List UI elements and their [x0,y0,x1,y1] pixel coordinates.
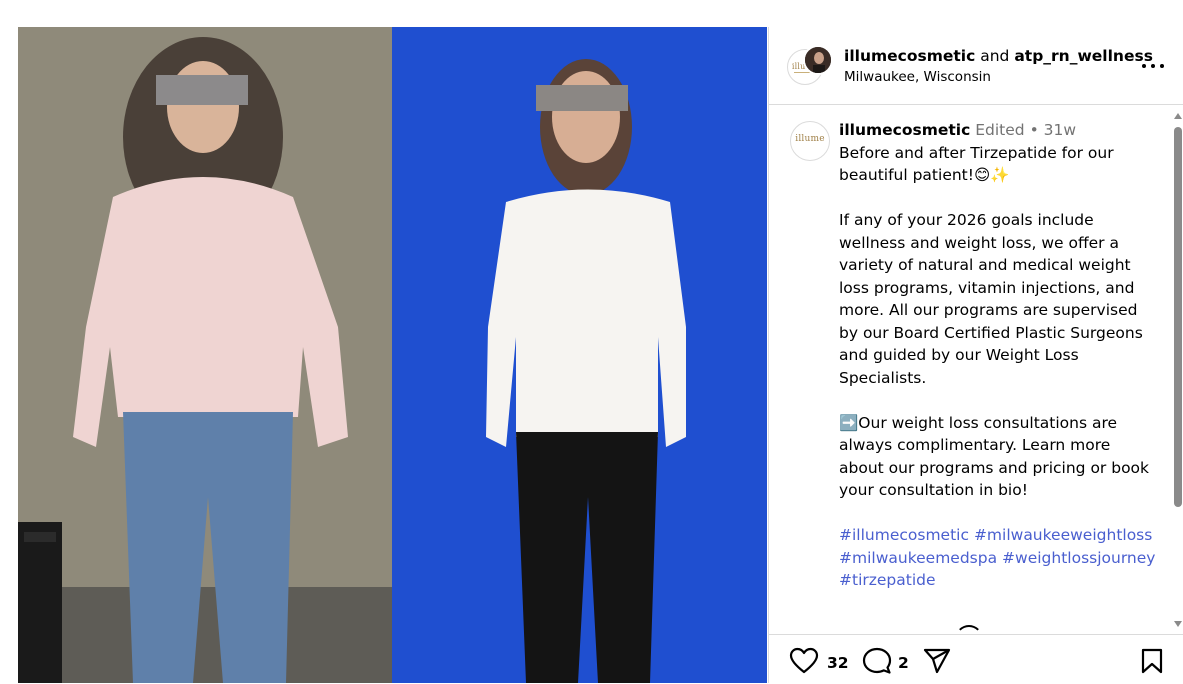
hashtag-link[interactable]: #tirzepatide [839,571,936,589]
edited-label: Edited [975,121,1025,139]
author-username[interactable]: illumecosmetic [844,47,975,65]
hashtag-link[interactable]: #milwaukeemedspa [839,549,997,567]
share-button[interactable] [922,647,952,675]
hashtag-link[interactable]: #weightlossjourney [1002,549,1155,567]
post-location[interactable]: Milwaukee, Wisconsin [844,69,991,85]
meta-separator: • [1029,121,1039,139]
and-text: and [980,47,1010,65]
caption-paragraph-1: Before and after Tirzepatide for our bea… [839,143,1114,185]
caption-paragraph-2: If any of your 2026 goals include wellne… [839,211,1143,387]
post-header: illume illumecosmetic and atp_rn_wellnes… [769,27,1183,105]
like-count[interactable]: 32 [827,654,849,672]
scroll-up-arrow-icon[interactable] [1174,113,1182,119]
heart-icon [789,647,819,674]
more-dot [1142,64,1146,68]
illume-logo: illume [795,134,825,144]
more-dot [1160,64,1164,68]
post-authors: illumecosmetic and atp_rn_wellness [844,46,1153,66]
collab-avatars[interactable]: illume [787,45,833,87]
collaborator-avatar[interactable] [803,45,833,75]
collaborator-username[interactable]: atp_rn_wellness [1014,47,1153,65]
comments-scrollbar[interactable] [1171,105,1183,633]
bookmark-icon [1141,648,1163,674]
save-button[interactable] [1139,647,1165,675]
post-age[interactable]: 31w [1044,121,1076,139]
caption-username[interactable]: illumecosmetic [839,121,970,139]
more-dot [1151,64,1155,68]
scroll-thumb[interactable] [1174,127,1182,507]
hashtag-link[interactable]: #illumecosmetic [839,526,969,544]
comment-icon [862,647,892,674]
post-side-panel: illume illumecosmetic and atp_rn_wellnes… [768,27,1183,683]
before-after-photo [18,27,767,683]
portrait-icon [805,47,831,73]
post-media[interactable] [18,27,767,683]
comment-count[interactable]: 2 [898,654,909,672]
hashtag-list: #illumecosmetic #milwaukeeweightloss #mi… [839,524,1159,592]
post-actions-bar: 32 2 [769,634,1183,684]
hashtag-link[interactable]: #milwaukeeweightloss [974,526,1152,544]
comments-section[interactable]: illume illumecosmetic Edited • 31w Befor… [769,105,1171,633]
like-button[interactable] [789,647,819,675]
caption-author-avatar[interactable]: illume [790,121,830,161]
post-caption: illumecosmetic Edited • 31w Before and a… [839,119,1159,592]
share-icon [923,648,951,674]
comment-button[interactable] [862,647,892,675]
scroll-down-arrow-icon[interactable] [1174,621,1182,627]
more-options-button[interactable] [1141,53,1165,77]
caption-paragraph-3: ➡️Our weight loss consultations are alwa… [839,413,1150,500]
